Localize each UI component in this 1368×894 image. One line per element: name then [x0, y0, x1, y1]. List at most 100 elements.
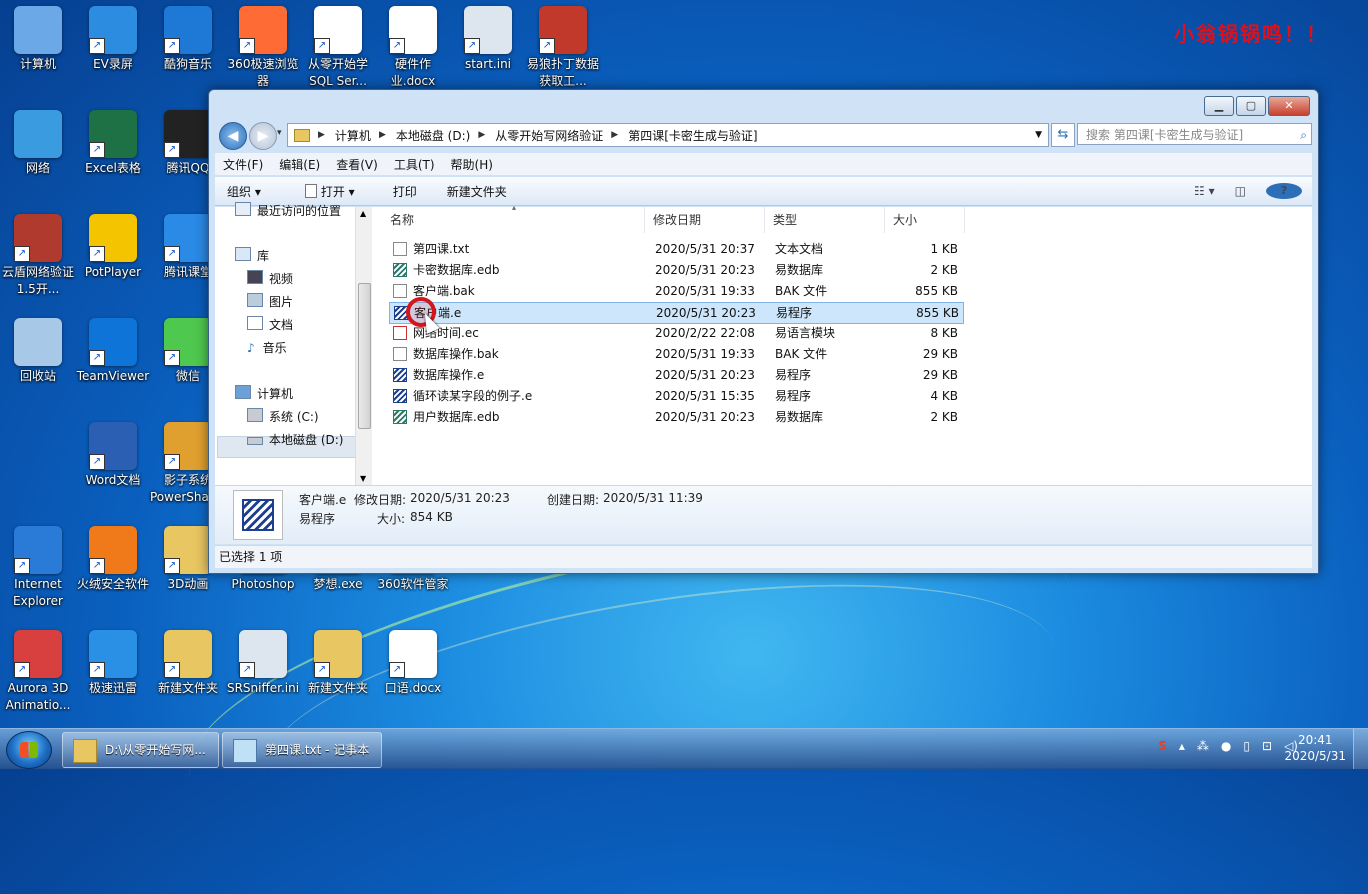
recent-places-icon	[235, 202, 251, 216]
nav-documents[interactable]: 文档	[247, 316, 293, 333]
desktop-icon-ie[interactable]: ↗ Internet Explorer	[0, 520, 76, 610]
column-type[interactable]: 类型	[765, 207, 885, 233]
file-row[interactable]: 客户端.bak 2020/5/31 19:33 BAK 文件 855 KB	[389, 281, 962, 301]
file-row[interactable]: 第四课.txt 2020/5/31 20:37 文本文档 1 KB	[389, 239, 962, 259]
ec-file-icon	[393, 326, 407, 340]
open-button[interactable]: 打开 ▾	[293, 183, 367, 200]
view-options-icon[interactable]: ☷ ▾	[1184, 184, 1225, 198]
desktop-icon-excel[interactable]: ↗ Excel表格	[75, 104, 151, 177]
maximize-button[interactable]: ▢	[1236, 96, 1266, 116]
search-input[interactable]: 搜索 第四课[卡密生成与验证] ⌕	[1077, 123, 1312, 145]
desktop-icon-aurora[interactable]: ↗ Aurora 3D Animatio...	[0, 624, 76, 714]
desktop-icon-sql[interactable]: ↗ 从零开始学SQL Ser...	[300, 0, 376, 90]
app-tray-icon[interactable]: ●	[1221, 739, 1231, 753]
desktop-icon-label: 360软件管家	[377, 577, 449, 591]
safely-remove-icon[interactable]: ▯	[1243, 739, 1250, 753]
navigation-scrollbar[interactable]: ▲ ▼	[355, 207, 372, 485]
file-row[interactable]: 用户数据库.edb 2020/5/31 20:23 易数据库 2 KB	[389, 407, 962, 427]
desktop-icon-potplayer[interactable]: ↗ PotPlayer	[75, 208, 151, 281]
file-date: 2020/5/31 20:23	[655, 263, 755, 277]
file-date: 2020/5/31 20:23	[656, 306, 756, 320]
address-bar[interactable]: ▶ 计算机 ▶ 本地磁盘 (D:) ▶ 从零开始写网络验证 ▶ 第四课[卡密生成…	[287, 123, 1049, 147]
clock[interactable]: 20:41 2020/5/31	[1284, 732, 1346, 764]
desktop-icon-recycle[interactable]: 回收站	[0, 312, 76, 385]
desktop-icon-ev[interactable]: ↗ EV录屏	[75, 0, 151, 73]
file-row[interactable]: 数据库操作.e 2020/5/31 20:23 易程序 29 KB	[389, 365, 962, 385]
sogou-icon[interactable]: S	[1158, 739, 1167, 753]
desktop-icon-startini[interactable]: ↗ start.ini	[450, 0, 526, 73]
desktop-icon-xunlei[interactable]: ↗ 极速迅雷	[75, 624, 151, 697]
preview-pane-icon[interactable]: ◫	[1225, 184, 1256, 198]
recent-pages-icon[interactable]: ▾	[277, 128, 282, 138]
desktop-icon-newfolder2[interactable]: ↗ 新建文件夹	[300, 624, 376, 697]
navigation-bar: ◀ ▶ ▾ ▶ 计算机 ▶ 本地磁盘 (D:) ▶ 从零开始写网络验证 ▶ 第四…	[215, 120, 1312, 150]
details-size-label: 大小:	[377, 512, 406, 526]
minimize-button[interactable]: ▁	[1204, 96, 1234, 116]
nav-computer[interactable]: 计算机	[235, 385, 293, 402]
show-hidden-icons-icon[interactable]: ▴	[1179, 739, 1185, 753]
print-button[interactable]: 打印	[381, 183, 429, 200]
desktop-icon-kouyu[interactable]: ↗ 口语.docx	[375, 624, 451, 697]
menu-file[interactable]: 文件(F)	[215, 156, 271, 173]
breadcrumb-computer[interactable]: 计算机	[335, 127, 371, 144]
nav-recent-places[interactable]: 最近访问的位置	[235, 202, 341, 219]
nav-drive-c[interactable]: 系统 (C:)	[247, 408, 319, 425]
file-row[interactable]: 卡密数据库.edb 2020/5/31 20:23 易数据库 2 KB	[389, 260, 962, 280]
back-button[interactable]: ◀	[219, 122, 247, 150]
nav-music[interactable]: ♪ 音乐	[247, 339, 287, 356]
desktop-icon-word[interactable]: ↗ Word文档	[75, 416, 151, 489]
column-size[interactable]: 大小	[885, 207, 965, 233]
scroll-down-icon[interactable]: ▼	[360, 474, 366, 483]
desktop-icon-kugou[interactable]: ↗ 酷狗音乐	[150, 0, 226, 73]
edb-file-icon	[393, 410, 407, 424]
teamviewer-icon: ↗	[89, 318, 137, 366]
taskbar-notepad[interactable]: 第四课.txt - 记事本	[222, 732, 382, 768]
column-date[interactable]: 修改日期	[645, 207, 765, 233]
nav-drive-d[interactable]: 本地磁盘 (D:)	[247, 431, 343, 448]
desktop-icon-srsniffer[interactable]: ↗ SRSniffer.ini	[225, 624, 301, 697]
xunlei-icon: ↗	[89, 630, 137, 678]
menu-tools[interactable]: 工具(T)	[386, 156, 443, 173]
breadcrumb-project-folder[interactable]: 从零开始写网络验证	[495, 127, 603, 144]
file-row[interactable]: 数据库操作.bak 2020/5/31 19:33 BAK 文件 29 KB	[389, 344, 962, 364]
nav-videos[interactable]: 视频	[247, 270, 293, 287]
menu-edit[interactable]: 编辑(E)	[271, 156, 328, 173]
breadcrumb-current-folder[interactable]: 第四课[卡密生成与验证]	[628, 127, 757, 144]
folder-icon	[73, 739, 97, 763]
search-icon[interactable]: ⌕	[1300, 124, 1307, 146]
breadcrumb-drive-d[interactable]: 本地磁盘 (D:)	[396, 127, 470, 144]
taskbar-explorer[interactable]: D:\从零开始写网...	[62, 732, 219, 768]
forward-button[interactable]: ▶	[249, 122, 277, 150]
organize-button[interactable]: 组织 ▾	[215, 183, 273, 200]
start-button[interactable]	[6, 731, 52, 769]
address-dropdown-icon[interactable]: ▼	[1035, 130, 1042, 140]
help-button[interactable]: ?	[1256, 183, 1312, 199]
nav-libraries[interactable]: 库	[235, 247, 269, 264]
refresh-button[interactable]: ⇆	[1051, 123, 1075, 147]
network-icon[interactable]: ⊡	[1262, 739, 1272, 753]
show-desktop-button[interactable]	[1353, 729, 1368, 769]
e-program-icon	[242, 499, 274, 531]
network-speed-icon[interactable]: ⁂	[1197, 739, 1209, 753]
file-row[interactable]: 网络时间.ec 2020/2/22 22:08 易语言模块 8 KB	[389, 323, 962, 343]
file-row[interactable]: 循环读某字段的例子.e 2020/5/31 15:35 易程序 4 KB	[389, 386, 962, 406]
scroll-up-icon[interactable]: ▲	[360, 209, 366, 218]
desktop-icon-docx1[interactable]: ↗ 硬件作业.docx	[375, 0, 451, 90]
menu-help[interactable]: 帮助(H)	[443, 156, 501, 173]
desktop-icon-label: 梦想.exe	[313, 577, 363, 591]
desktop-icon-yunyin[interactable]: ↗ 云盾网络验证1.5开...	[0, 208, 76, 298]
desktop-icon-yilang[interactable]: ↗ 易狼扑丁数据获取工...	[525, 0, 601, 90]
desktop-icon-huorong[interactable]: ↗ 火绒安全软件	[75, 520, 151, 593]
desktop-icon-teamviewer[interactable]: ↗ TeamViewer	[75, 312, 151, 385]
desktop-icon-browser360[interactable]: ↗ 360极速浏览器	[225, 0, 301, 90]
close-button[interactable]: ✕	[1268, 96, 1310, 116]
nav-pictures[interactable]: 图片	[247, 293, 293, 310]
desktop-icon-network[interactable]: 网络	[0, 104, 76, 177]
system-tray: S ▴ ⁂ ● ▯ ⊡ ◁)	[1146, 739, 1298, 753]
scrollbar-thumb[interactable]	[358, 283, 371, 429]
file-row[interactable]: 客户端.e 2020/5/31 20:23 易程序 855 KB	[389, 302, 964, 324]
new-folder-button[interactable]: 新建文件夹	[435, 183, 519, 200]
desktop-icon-newfolder1[interactable]: ↗ 新建文件夹	[150, 624, 226, 697]
menu-view[interactable]: 查看(V)	[328, 156, 386, 173]
desktop-icon-computer[interactable]: 计算机	[0, 0, 76, 73]
